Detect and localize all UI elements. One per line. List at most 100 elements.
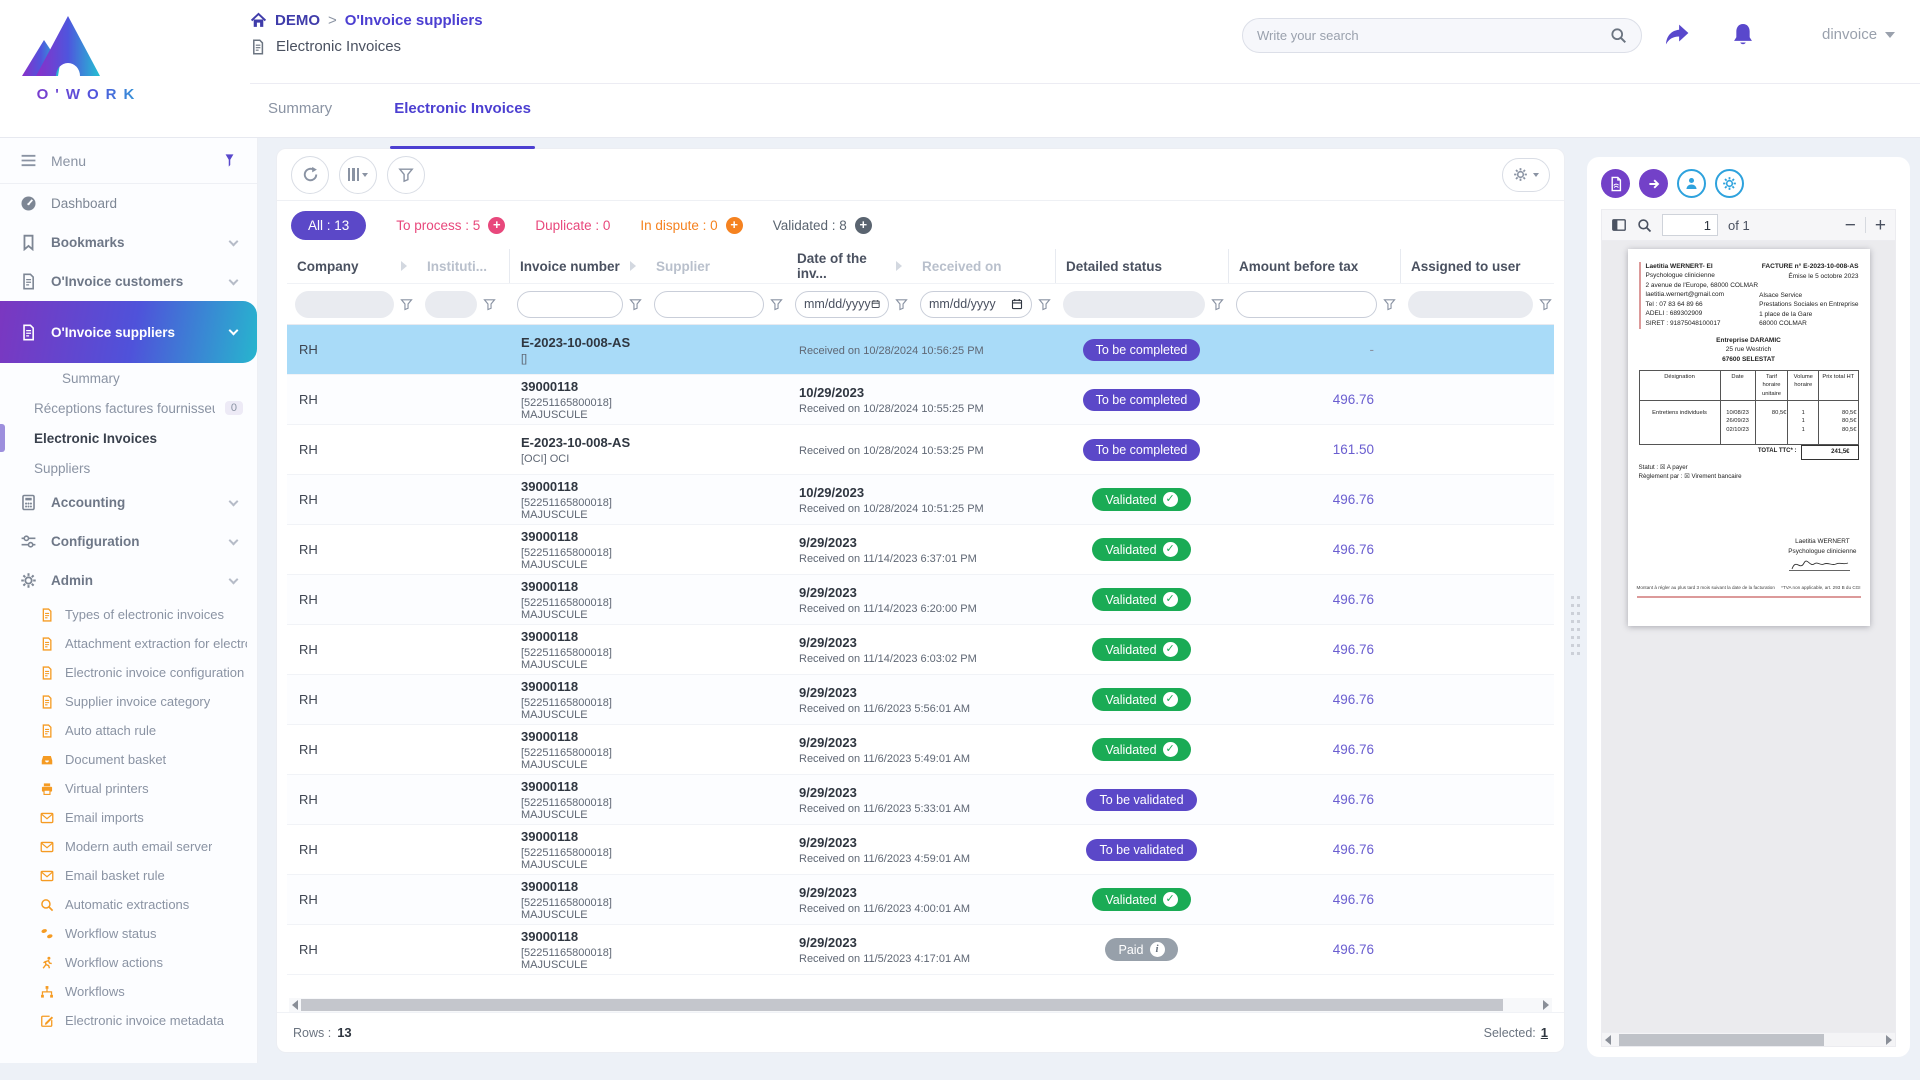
- preview-settings-button[interactable]: [1715, 169, 1744, 198]
- filter-tab-validated[interactable]: Validated : 8 +: [773, 217, 872, 234]
- funnel-icon[interactable]: [1539, 298, 1552, 311]
- funnel-icon[interactable]: [629, 298, 642, 311]
- search-icon[interactable]: [1637, 218, 1652, 233]
- panel-resizer[interactable]: [1571, 596, 1582, 668]
- zoom-out-button[interactable]: −: [1845, 216, 1856, 235]
- filter-input-supplier[interactable]: [654, 291, 764, 318]
- pdf-viewer[interactable]: Laetitia WERNERT- EI Psychologue clinici…: [1601, 241, 1896, 1033]
- table-row[interactable]: RH E-2023-10-008-AS [] Received on 10/28…: [287, 325, 1554, 375]
- sidebar-admin-workflow-status[interactable]: Workflow status: [0, 919, 257, 948]
- funnel-icon[interactable]: [1038, 298, 1051, 311]
- sidebar-admin-modern-auth-email-server[interactable]: Modern auth email server: [0, 832, 257, 861]
- user-menu[interactable]: dinvoice: [1822, 26, 1895, 43]
- filter-input-amount[interactable]: [1236, 291, 1377, 318]
- plus-icon[interactable]: +: [726, 217, 743, 234]
- column-header-invoice-number[interactable]: Invoice number: [509, 249, 646, 283]
- table-row[interactable]: RH 39000118 [52251165800018] MAJUSCULE 9…: [287, 725, 1554, 775]
- amount-link[interactable]: 496.76: [1333, 742, 1400, 757]
- sidebar-admin-auto-attach-rule[interactable]: Auto attach rule: [0, 716, 257, 745]
- open-invoice-button[interactable]: [1639, 169, 1668, 198]
- amount-link[interactable]: 496.76: [1333, 892, 1400, 907]
- amount-link[interactable]: 496.76: [1333, 942, 1400, 957]
- table-row[interactable]: RH 39000118 [52251165800018] MAJUSCULE 1…: [287, 375, 1554, 425]
- sidebar-item-bookmarks[interactable]: Bookmarks: [0, 223, 257, 262]
- column-header-detailed-status[interactable]: Detailed status: [1055, 249, 1228, 283]
- sidebar-item-oinvoice-customers[interactable]: O'Invoice customers: [0, 262, 257, 301]
- tab-summary[interactable]: Summary: [266, 96, 334, 138]
- sidebar-toggle-icon[interactable]: [1611, 217, 1627, 233]
- amount-link[interactable]: 496.76: [1333, 642, 1400, 657]
- filter-tab-duplicate[interactable]: Duplicate : 0: [535, 218, 610, 233]
- refresh-button[interactable]: [291, 156, 329, 194]
- table-row[interactable]: RH 39000118 [52251165800018] MAJUSCULE 9…: [287, 925, 1554, 975]
- sidebar-item-oinvoice-suppliers[interactable]: O'Invoice suppliers: [0, 301, 257, 363]
- table-row[interactable]: RH E-2023-10-008-AS [OCI] OCI Received o…: [287, 425, 1554, 475]
- assign-user-button[interactable]: [1677, 169, 1706, 198]
- scroll-right-icon[interactable]: [1543, 1000, 1549, 1010]
- calendar-icon[interactable]: [871, 298, 880, 310]
- sidebar-item-configuration[interactable]: Configuration: [0, 522, 257, 561]
- columns-button[interactable]: [339, 156, 377, 194]
- sidebar-admin-virtual-printers[interactable]: Virtual printers: [0, 774, 257, 803]
- column-header-assigned-to-user[interactable]: Assigned to user: [1400, 249, 1556, 283]
- sidebar-admin-electronic-invoice-configuration[interactable]: Electronic invoice configuration: [0, 658, 257, 687]
- column-header-supplier[interactable]: Supplier: [646, 249, 787, 283]
- horizontal-scrollbar[interactable]: [289, 998, 1552, 1012]
- scrollbar-thumb[interactable]: [1619, 1034, 1823, 1046]
- filter-input-invoice-number[interactable]: [517, 291, 623, 318]
- amount-link[interactable]: 161.50: [1333, 442, 1400, 457]
- table-row[interactable]: RH 39000118 [52251165800018] MAJUSCULE 9…: [287, 825, 1554, 875]
- scrollbar-thumb[interactable]: [301, 999, 1503, 1011]
- sidebar-admin-workflow-actions[interactable]: Workflow actions: [0, 948, 257, 977]
- column-header-received-on[interactable]: Received on: [912, 249, 1055, 283]
- funnel-icon[interactable]: [1211, 298, 1224, 311]
- search-input[interactable]: [1257, 28, 1610, 43]
- table-row[interactable]: RH 39000118 [52251165800018] MAJUSCULE 9…: [287, 875, 1554, 925]
- notifications-button[interactable]: [1730, 22, 1756, 48]
- funnel-icon[interactable]: [400, 298, 413, 311]
- app-logo[interactable]: O'WORK: [14, 6, 164, 103]
- plus-icon[interactable]: +: [488, 217, 505, 234]
- amount-link[interactable]: 496.76: [1333, 692, 1400, 707]
- table-settings-button[interactable]: [1502, 158, 1550, 192]
- amount-link[interactable]: 496.76: [1333, 492, 1400, 507]
- sidebar-item-admin[interactable]: Admin: [0, 561, 257, 600]
- sidebar-menu-toggle[interactable]: Menu: [0, 138, 257, 184]
- sidebar-admin-attachment-extraction[interactable]: Attachment extraction for electron: [0, 629, 257, 658]
- table-row[interactable]: RH 39000118 [52251165800018] MAJUSCULE 9…: [287, 575, 1554, 625]
- sidebar-admin-document-basket[interactable]: Document basket: [0, 745, 257, 774]
- table-row[interactable]: RH 39000118 [52251165800018] MAJUSCULE 9…: [287, 625, 1554, 675]
- filter-tab-in-dispute[interactable]: In dispute : 0 +: [640, 217, 742, 234]
- sidebar-admin-workflows[interactable]: Workflows: [0, 977, 257, 1006]
- amount-link[interactable]: 496.76: [1333, 842, 1400, 857]
- column-header-institution[interactable]: Instituti...: [417, 249, 509, 283]
- zoom-in-button[interactable]: +: [1875, 216, 1886, 235]
- calendar-icon[interactable]: [1011, 298, 1023, 310]
- filter-tab-to-process[interactable]: To process : 5 +: [396, 217, 505, 234]
- filter-input-invoice-date[interactable]: mm/dd/yyyy: [795, 291, 889, 318]
- sidebar-subitem-receptions[interactable]: Réceptions factures fournisseurs 0: [0, 393, 257, 423]
- sidebar-subitem-electronic-invoices[interactable]: Electronic Invoices: [0, 423, 257, 453]
- amount-link[interactable]: 496.76: [1333, 592, 1400, 607]
- sidebar-admin-electronic-invoice-metadata[interactable]: Electronic invoice metadata: [0, 1006, 257, 1035]
- amount-link[interactable]: 496.76: [1333, 542, 1400, 557]
- page-number-input[interactable]: [1662, 214, 1718, 236]
- breadcrumb-section[interactable]: O'Invoice suppliers: [345, 12, 483, 29]
- funnel-icon[interactable]: [770, 298, 783, 311]
- funnel-icon[interactable]: [1383, 298, 1396, 311]
- table-row[interactable]: RH 39000118 [52251165800018] MAJUSCULE 9…: [287, 525, 1554, 575]
- amount-link[interactable]: 496.76: [1333, 392, 1400, 407]
- pdf-horizontal-scrollbar[interactable]: [1601, 1033, 1896, 1047]
- column-header-invoice-date[interactable]: Date of the inv...: [787, 249, 912, 283]
- scroll-left-icon[interactable]: [1605, 1035, 1611, 1045]
- sidebar-admin-email-basket-rule[interactable]: Email basket rule: [0, 861, 257, 890]
- filter-button[interactable]: [387, 156, 425, 194]
- tab-electronic-invoices[interactable]: Electronic Invoices: [392, 96, 533, 138]
- sidebar-admin-supplier-invoice-category[interactable]: Supplier invoice category: [0, 687, 257, 716]
- sidebar-admin-email-imports[interactable]: Email imports: [0, 803, 257, 832]
- amount-link[interactable]: -: [1370, 342, 1401, 357]
- scroll-left-icon[interactable]: [292, 1000, 298, 1010]
- sidebar-subitem-suppliers[interactable]: Suppliers: [0, 453, 257, 483]
- table-row[interactable]: RH 39000118 [52251165800018] MAJUSCULE 9…: [287, 675, 1554, 725]
- column-header-company[interactable]: Company: [287, 249, 417, 283]
